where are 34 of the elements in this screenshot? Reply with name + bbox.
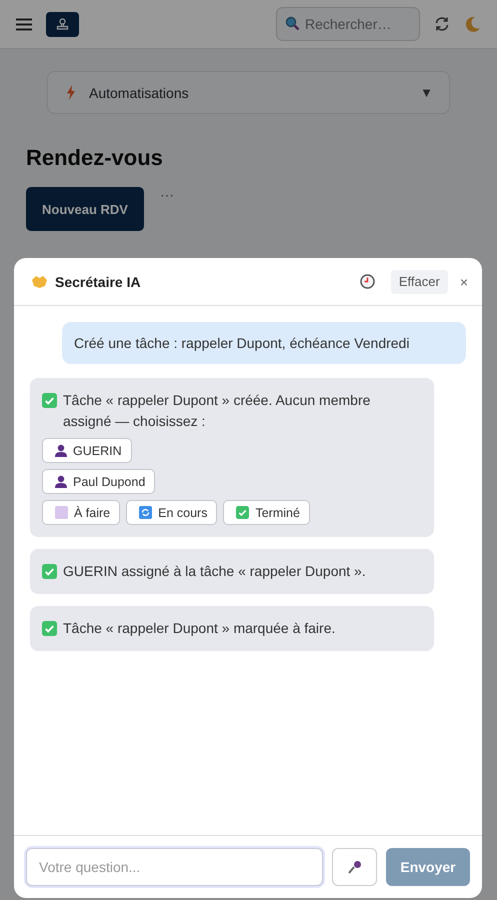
page-title: Rendez-vous [26,145,164,171]
clock-icon[interactable] [360,274,375,289]
microphone-button[interactable] [332,848,377,886]
automations-dropdown[interactable]: Automatisations ▼ [47,71,450,114]
refresh-icon [139,506,152,519]
menu-icon[interactable] [16,18,32,30]
question-field[interactable]: Votre question... [26,848,323,886]
person-icon [55,475,67,488]
lightning-icon [67,85,75,100]
logo-button[interactable] [46,12,79,36]
search-field[interactable]: Rechercher… [276,7,420,41]
refresh-icon[interactable] [434,16,450,32]
stamp-icon [56,18,69,30]
check-icon [42,393,57,408]
person-icon [55,444,67,457]
check-icon [42,621,57,636]
message-text: Tâche « rappeler Dupont » marquée à faire. [63,619,336,638]
check-icon [236,506,250,519]
message-text: GUERIN assigné à la tâche « rappeler Dupont ». [63,562,366,581]
member-chip[interactable]: GUERIN [42,438,132,463]
message-text: Tâche « rappeler Dupont » créée. Aucun membre assigné — choisissez : [63,391,372,431]
status-chip[interactable]: Terminé [223,500,310,525]
user-message: Créé une tâche : rappeler Dupont, échéance Vendredi [62,322,466,364]
check-icon [42,564,57,579]
member-chip[interactable]: Paul Dupond [42,469,156,494]
close-button[interactable]: × [460,274,468,290]
status-chip[interactable]: À faire [42,500,120,525]
clear-button[interactable]: Effacer [390,270,448,294]
chat-title: Secrétaire IA [55,274,142,290]
status-chip[interactable]: En cours [126,500,218,525]
caret-icon: ▼ [420,85,433,100]
new-appointment-button[interactable]: Nouveau RDV [26,187,144,231]
square-icon [55,506,68,519]
microphone-icon [348,860,362,874]
